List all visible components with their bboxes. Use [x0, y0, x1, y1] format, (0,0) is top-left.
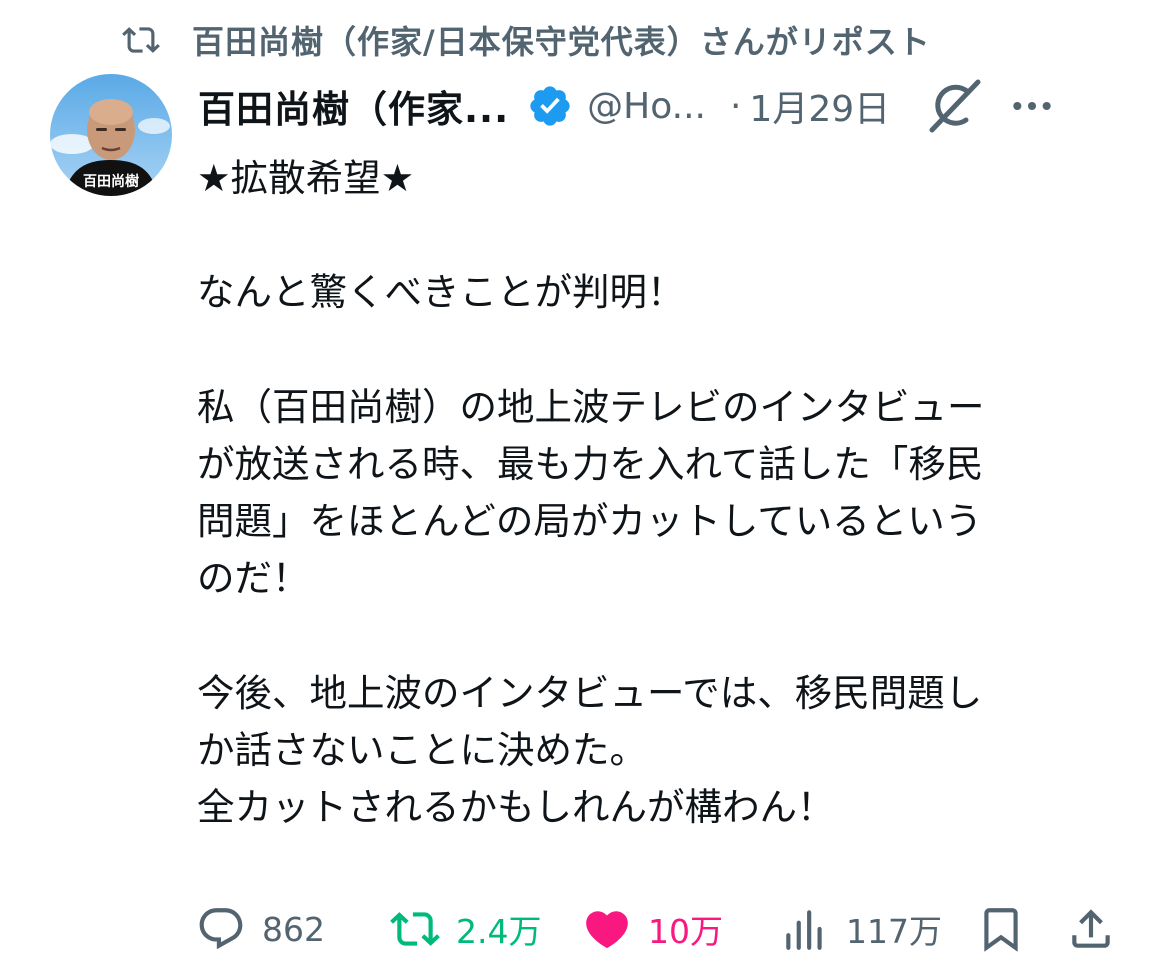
heart-icon [586, 911, 628, 949]
header-separator: · [729, 85, 742, 127]
tweet-line: か話さないことに決めた。 [197, 727, 647, 772]
views-chart-icon [786, 910, 822, 950]
repost-icon [122, 27, 160, 53]
verified-badge-icon [530, 86, 570, 126]
tweet-line: 今後、地上波のインタビューでは、移民問題し [197, 670, 983, 715]
tweet-paragraph-2: 私（百田尚樹）の地上波テレビのインタビュー が放送される時、最も力を入れて話した… [197, 379, 1117, 608]
like-count: 10万 [648, 912, 723, 951]
author-name[interactable]: 百田尚樹（作家... [198, 79, 509, 133]
tweet-headline: ★拡散希望★ [197, 156, 415, 200]
views-count: 117万 [846, 912, 942, 951]
bookmark-icon [984, 908, 1018, 952]
more-options-icon[interactable] [1010, 84, 1054, 128]
avatar-caption: 百田尚樹 [83, 173, 139, 190]
tweet-header: 百田尚樹（作家... @Ho... · 1月29日 [198, 78, 1130, 134]
share-icon [1072, 909, 1110, 948]
tweet-paragraph-1: なんと驚くべきことが判明！ [197, 270, 685, 315]
tweet-text: ★拡散希望★ なんと驚くべきことが判明！ 私（百田尚樹）の地上波テレビのインタビ… [197, 150, 1117, 836]
like-button[interactable]: 10万 [582, 898, 723, 960]
views-button[interactable]: 117万 [780, 898, 942, 960]
tweet-line: が放送される時、最も力を入れて話した「移民 [197, 441, 984, 486]
tweet-line: 全カットされるかもしれんが構わん！ [197, 785, 835, 830]
tweet-paragraph-3: 今後、地上波のインタビューでは、移民問題し か話さないことに決めた。 全カットさ… [197, 665, 1117, 837]
tweet-date[interactable]: 1月29日 [749, 80, 890, 132]
author-handle[interactable]: @Ho... [587, 86, 706, 127]
grok-icon[interactable] [924, 76, 984, 136]
repost-banner-text: 百田尚樹（作家/日本保守党代表）さんがリポスト [192, 23, 931, 61]
reply-count: 862 [262, 909, 325, 949]
repost-icon [390, 912, 440, 946]
tweet-line: のだ！ [197, 556, 310, 601]
repost-button[interactable]: 2.4万 [390, 898, 541, 960]
avatar[interactable]: 百田尚樹 [50, 74, 172, 196]
tweet-line: 問題」をほとんどの局がカットしているという [197, 499, 983, 544]
share-button[interactable] [1066, 898, 1116, 960]
avatar-image: 百田尚樹 [50, 74, 172, 196]
repost-count: 2.4万 [456, 912, 542, 951]
action-bar: 862 2.4万 10万 117万 [196, 898, 1126, 960]
reply-icon [199, 908, 243, 950]
bookmark-button[interactable] [976, 898, 1026, 960]
repost-banner[interactable]: 百田尚樹（作家/日本保守党代表）さんがリポスト [122, 18, 931, 62]
tweet-line: 私（百田尚樹）の地上波テレビのインタビュー [197, 384, 985, 429]
reply-button[interactable]: 862 [196, 898, 325, 960]
